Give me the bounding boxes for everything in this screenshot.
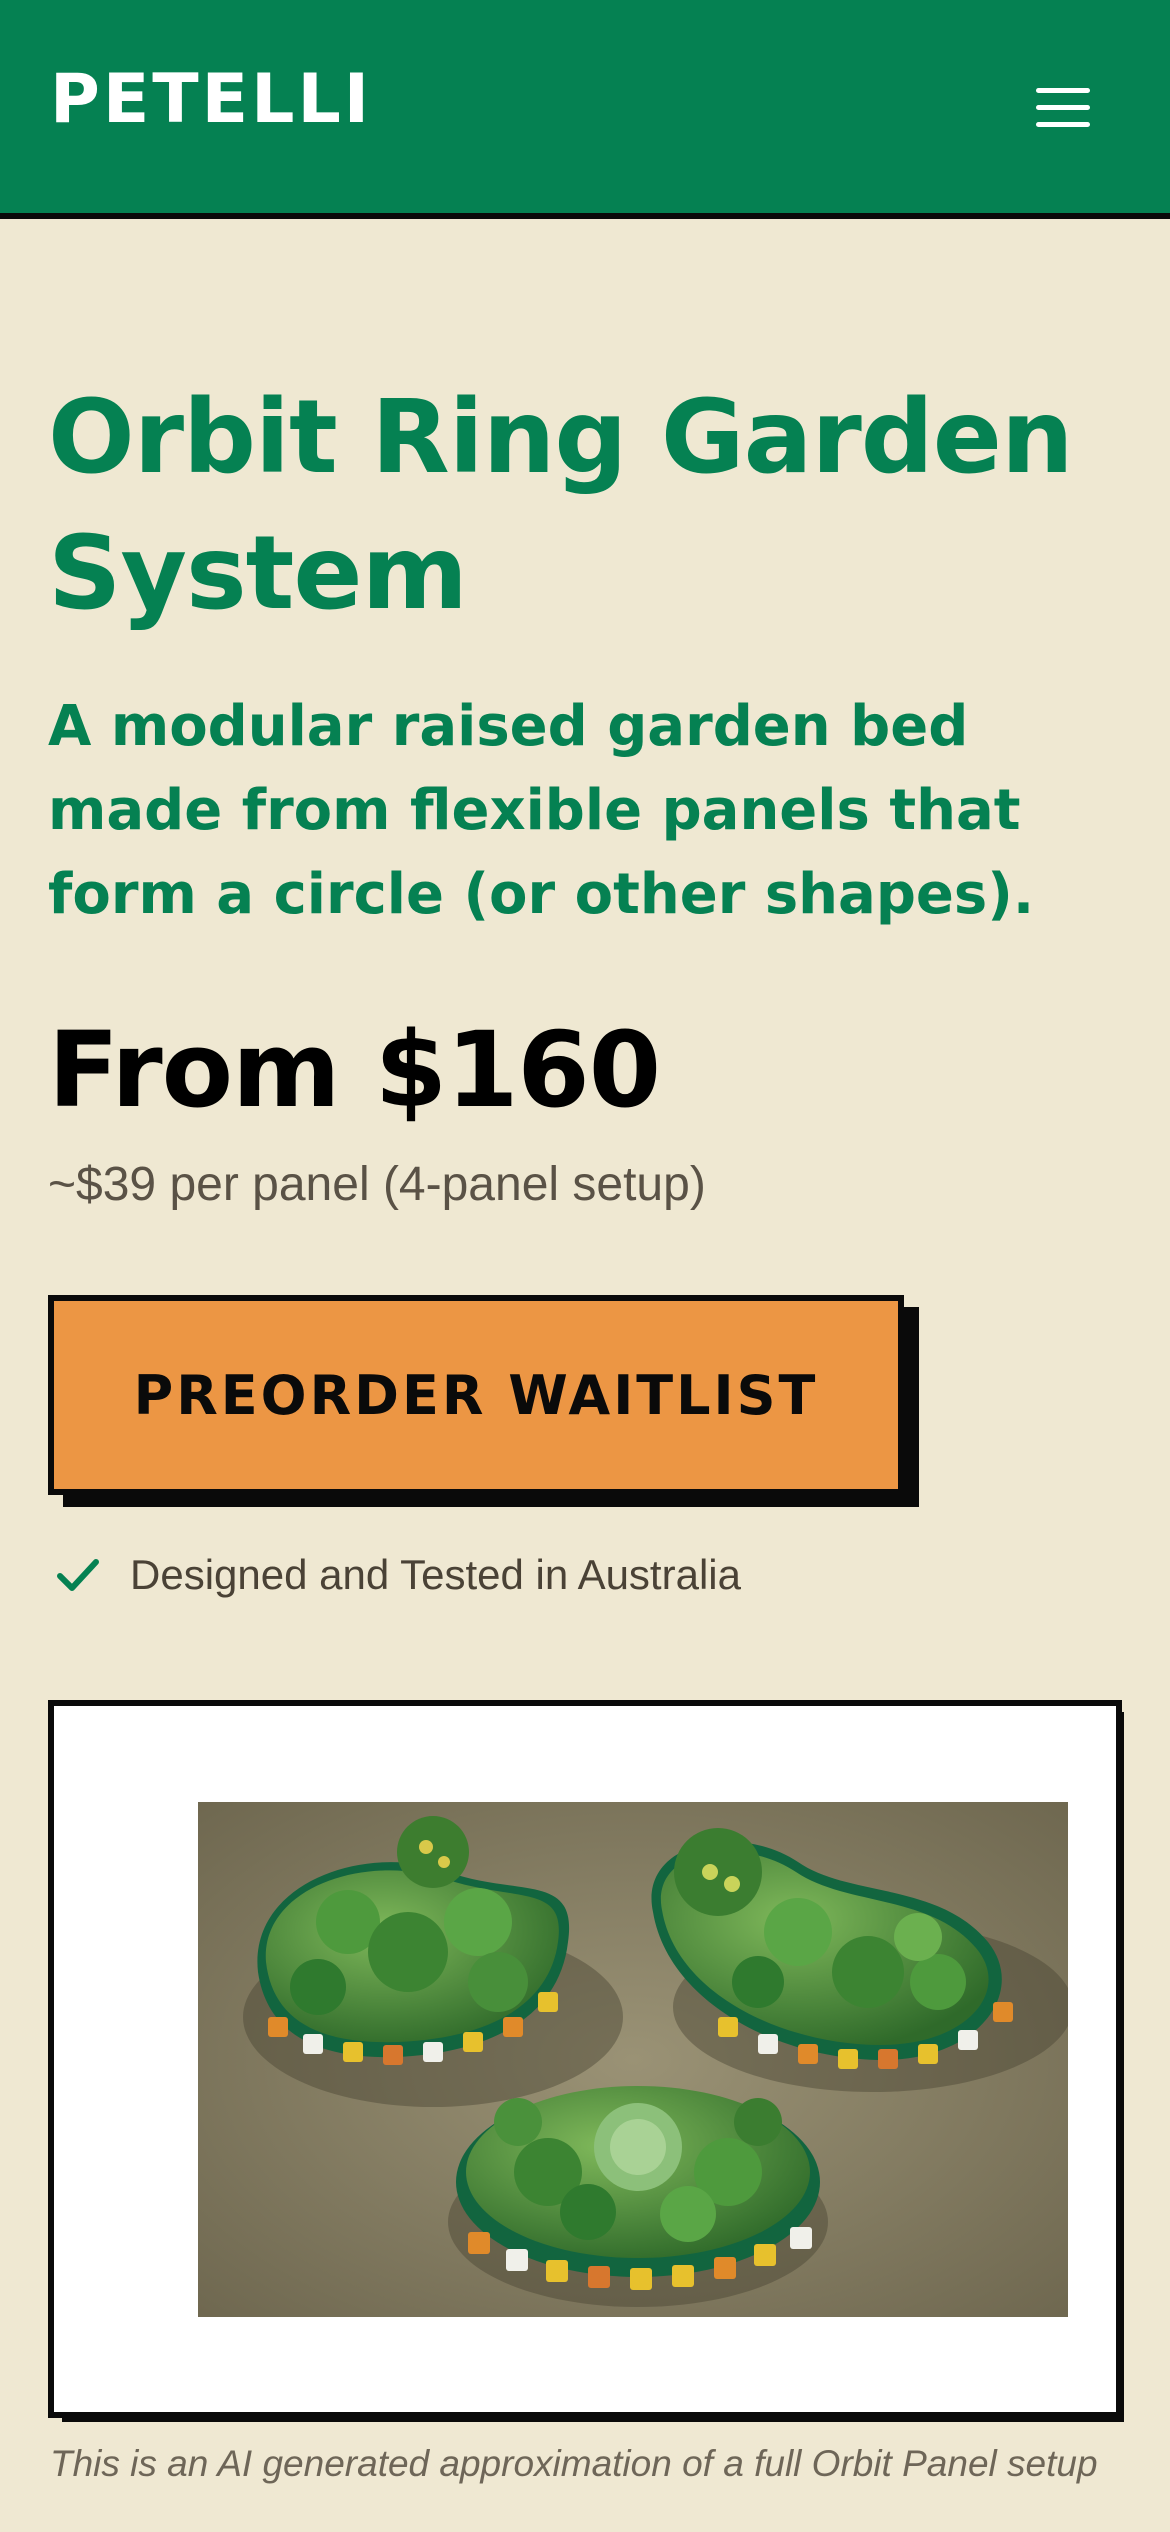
feature-row: Designed and Tested in Australia [52,1545,741,1605]
product-photo [198,1802,1068,2317]
preorder-waitlist-button[interactable]: PREORDER WAITLIST [48,1295,904,1495]
menu-bar [1036,88,1090,93]
price-note: ~$39 per panel (4-panel setup) [48,1158,706,1211]
page-title: Orbit Ring Garden System [48,378,1074,633]
hamburger-menu-icon[interactable] [1020,72,1104,144]
product-image-card [48,1700,1122,2418]
site-header: PETELLI [0,0,1170,219]
feature-text: Designed and Tested in Australia [130,1551,741,1598]
menu-bar [1036,105,1090,110]
check-icon [57,1559,99,1591]
image-caption: This is an AI generated approximation of… [50,2443,1098,2484]
garden-illustration [198,1802,1068,2317]
price: From $160 [48,1009,661,1131]
product-subtitle: A modular raised garden bed made from fl… [48,694,1035,927]
logo[interactable]: PETELLI [50,66,372,134]
menu-bar [1036,122,1090,127]
